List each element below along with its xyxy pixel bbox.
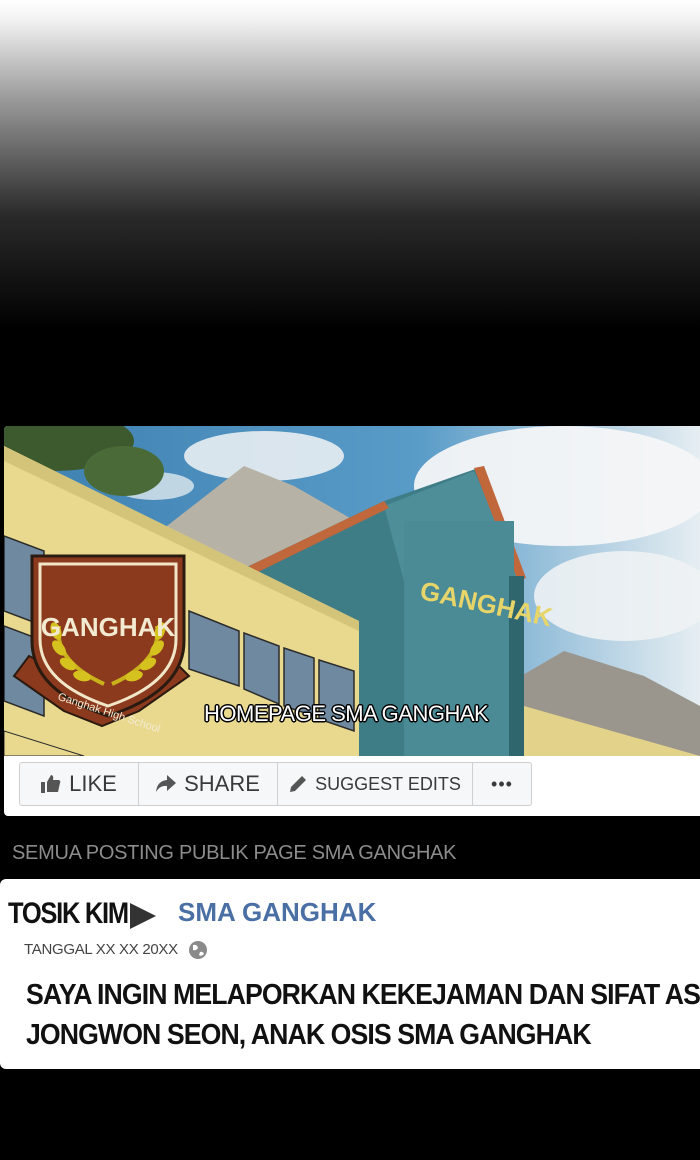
svg-text:GANGHAK: GANGHAK [41,612,176,642]
page-name[interactable]: HOMEPAGE SMA GANGHAK [204,701,489,727]
post-date: TANGGAL XX XX 20XX [24,941,178,958]
section-label: SEMUA POSTING PUBLIK PAGE SMA GANGHAK [12,842,457,864]
more-icon: ••• [491,773,513,794]
suggest-edits-button[interactable]: SUGGEST EDITS [278,763,473,805]
thumbs-up-icon [41,775,61,793]
page-actions-bar: LIKE SHARE SUGGEST EDITS ••• [19,762,532,806]
page-header-card: GANGHAK GANGHAK Ganghak High School HOME… [4,426,700,816]
share-button[interactable]: SHARE [139,763,278,805]
post-author[interactable]: TOSIK KIM [8,897,129,931]
share-arrow-icon [156,775,177,793]
more-options-button[interactable]: ••• [473,763,531,805]
top-gradient [0,0,700,330]
pencil-icon [289,775,307,793]
post-target-page[interactable]: SMA GANGHAK [178,897,376,928]
like-button[interactable]: LIKE [20,763,139,805]
post-text: SAYA INGIN MELAPORKAN KEKEJAMAN DAN SIFA… [26,979,700,1051]
post-card: TOSIK KIM SMA GANGHAK TANGGAL XX XX 20XX… [0,879,700,1069]
globe-icon [188,940,208,965]
play-arrow-icon [130,903,156,929]
